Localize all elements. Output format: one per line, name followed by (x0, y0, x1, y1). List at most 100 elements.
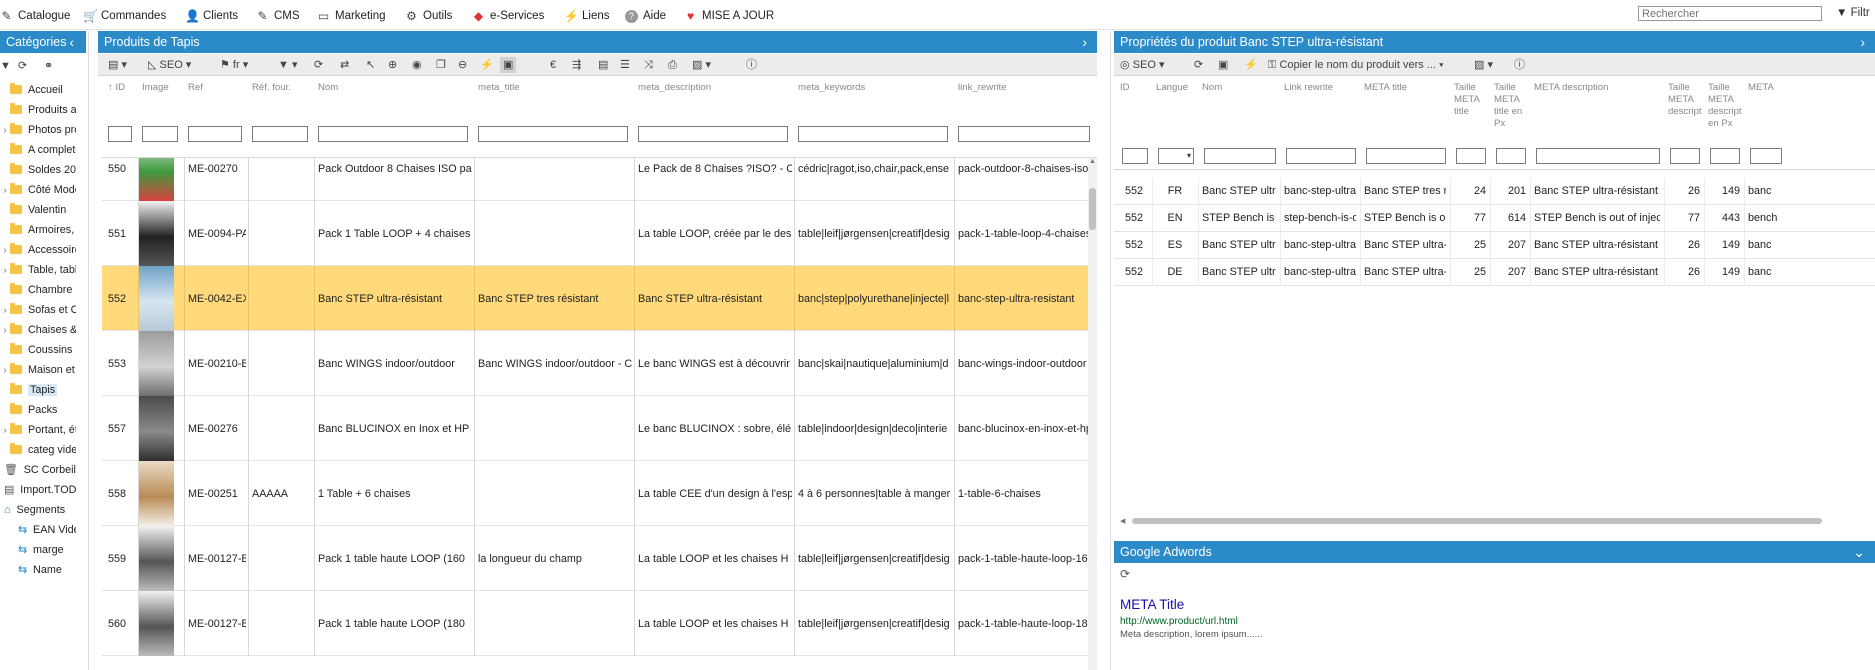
expand-icon[interactable]: › (0, 423, 10, 438)
column-filter[interactable] (318, 126, 468, 142)
column-header[interactable]: meta_keywords (798, 82, 950, 94)
column-filter[interactable] (1536, 148, 1660, 164)
tree-item[interactable]: › Photos pro (0, 122, 76, 138)
expand-icon[interactable]: › (0, 183, 10, 198)
menu-cms[interactable]: ✎ CMS (256, 7, 299, 25)
product-thumbnail[interactable] (138, 331, 174, 396)
expand-icon[interactable]: › (1860, 31, 1865, 53)
tree-item-segments[interactable]: ⌂ Segments (0, 502, 76, 518)
column-header[interactable]: Réf. four. (252, 82, 310, 94)
tree-item[interactable]: Armoires, c (0, 222, 76, 238)
column-header[interactable]: Nom (1202, 82, 1278, 94)
tree-item[interactable]: Produits av (0, 102, 76, 118)
column-header[interactable]: META description (1534, 82, 1662, 94)
table-row[interactable]: 558 ME-00251 AAAAA 1 Table + 6 chaises La ta… (102, 461, 1088, 526)
sync-icon[interactable]: ⇄ (340, 57, 349, 73)
table-row[interactable]: 559 ME-00127-B Pack 1 table haute LOOP (16… (102, 526, 1088, 591)
hscroll-thumb[interactable] (1132, 518, 1822, 524)
property-row[interactable]: 552 EN STEP Bench is ou step-bench-is-out- S… (1114, 205, 1875, 232)
product-thumbnail[interactable] (138, 266, 174, 331)
column-filter[interactable] (1204, 148, 1276, 164)
column-filter[interactable] (1496, 148, 1526, 164)
adwords-meta-title[interactable]: META Title (1120, 597, 1184, 612)
tree-item[interactable]: › Accessoire (0, 242, 76, 258)
column-header[interactable]: Nom (318, 82, 470, 94)
column-header[interactable]: META (1748, 82, 1784, 94)
menu-outils[interactable]: ⚙ Outils (405, 7, 452, 25)
lightning-icon[interactable]: ⚡ (1244, 57, 1258, 73)
tree-item[interactable]: Accueil (0, 82, 76, 98)
tree-item-corbeille[interactable]: 🗑 SC Corbeille (0, 462, 76, 478)
tree-item[interactable]: › Côté Mode (0, 182, 76, 198)
column-header[interactable]: link_rewrite (958, 82, 1092, 94)
euro-icon[interactable]: € (550, 57, 556, 73)
property-row[interactable]: 552 ES Banc STEP ultra-r banc-step-ultra-re… (1114, 232, 1875, 259)
column-filter[interactable] (188, 126, 242, 142)
menu-marketing[interactable]: ▭ Marketing (317, 7, 386, 25)
tree-item[interactable]: Coussins (0, 342, 76, 358)
column-header[interactable]: Langue (1156, 82, 1196, 94)
link-icon[interactable]: ⚭ (44, 58, 53, 74)
cursor-icon[interactable]: ↖ (366, 57, 375, 73)
tree-item[interactable]: Soldes 202 (0, 162, 76, 178)
menu-mise-a-jour[interactable]: ♥ MISE A JOUR (684, 7, 774, 25)
search-input[interactable] (1638, 6, 1822, 21)
menu-commandes[interactable]: 🛒 Commandes (83, 7, 166, 25)
scroll-up-icon[interactable]: ▲ (1089, 158, 1096, 165)
tree-item[interactable]: categ vide (0, 442, 76, 458)
properties-hscroll[interactable]: ◀ (1114, 516, 1875, 526)
globe-icon[interactable]: ◉ (412, 57, 422, 73)
add-icon[interactable]: ⊕ (388, 57, 397, 73)
column-filter[interactable] (798, 126, 948, 142)
tree-item[interactable]: Packs (0, 402, 76, 418)
table-row[interactable]: 560 ME-00127-B Pack 1 table haute LOOP (18… (102, 591, 1088, 656)
column-filter[interactable] (478, 126, 628, 142)
grid-icon[interactable]: ▤ ▾ (108, 57, 127, 73)
column-header[interactable]: ↑ ID (108, 82, 134, 94)
segment-item[interactable]: ⇆ Name (0, 562, 76, 578)
table-row[interactable]: 551 ME-0094-PA Pack 1 Table LOOP + 4 chais… (102, 201, 1088, 266)
arrow-icon[interactable]: ⇶ (572, 57, 581, 73)
tree-item[interactable]: › Chaises & (0, 322, 76, 338)
tree-item[interactable]: › Table, tabl (0, 262, 76, 278)
view-select[interactable]: ◺ SEO ▾ (148, 57, 191, 73)
segment-item[interactable]: ⇆ EAN Vide (0, 522, 76, 538)
collapse-icon[interactable]: ‹ (69, 31, 74, 53)
refresh-icon[interactable]: ⟳ (1194, 57, 1203, 73)
column-header[interactable]: Link rewrite (1284, 82, 1358, 94)
column-header[interactable]: META title (1364, 82, 1448, 94)
refresh-icon[interactable]: ⟳ (1120, 567, 1130, 581)
shuffle-icon[interactable]: ⤨ (644, 57, 653, 73)
seo-select[interactable]: ◎ SEO ▾ (1120, 57, 1164, 73)
list-icon[interactable]: ☰ (620, 57, 630, 73)
column-filter[interactable] (1670, 148, 1700, 164)
table-row[interactable]: 550 ME-00270 Pack Outdoor 8 Chaises ISO pa… (102, 158, 1088, 201)
collapse-icon[interactable]: ⌄ (1853, 541, 1865, 563)
refresh-icon[interactable]: ⟳ (314, 57, 323, 73)
property-row[interactable]: 552 DE Banc STEP ultra-r banc-step-ultra-re… (1114, 259, 1875, 286)
expand-icon[interactable]: › (0, 323, 10, 338)
scroll-thumb[interactable] (1089, 188, 1096, 230)
tree-item[interactable]: › Sofas et C (0, 302, 76, 318)
column-filter[interactable] (1122, 148, 1148, 164)
column-filter[interactable] (1750, 148, 1782, 164)
segment-item[interactable]: ⇆ marge (0, 542, 76, 558)
column-header[interactable]: meta_title (478, 82, 630, 94)
column-filter[interactable] (108, 126, 132, 142)
product-thumbnail[interactable] (138, 526, 174, 591)
splitter-right[interactable] (1110, 31, 1111, 670)
tree-item[interactable]: A complete (0, 142, 76, 158)
copy-icon[interactable]: ❐ (436, 57, 446, 73)
image-icon[interactable]: ▨ ▾ (1474, 57, 1493, 73)
product-thumbnail[interactable] (138, 158, 174, 201)
expand-icon[interactable]: › (0, 363, 10, 378)
expand-icon[interactable]: › (0, 303, 10, 318)
column-filter[interactable] (252, 126, 308, 142)
tree-item[interactable]: Tapis (0, 382, 76, 398)
splitter[interactable] (88, 31, 89, 670)
column-header[interactable]: Taille META title (1454, 82, 1488, 118)
product-thumbnail[interactable] (138, 396, 174, 461)
column-header[interactable]: Image (142, 82, 180, 94)
expand-icon[interactable]: › (1082, 31, 1087, 53)
column-header[interactable]: Taille META descriptio en Px (1708, 82, 1742, 130)
